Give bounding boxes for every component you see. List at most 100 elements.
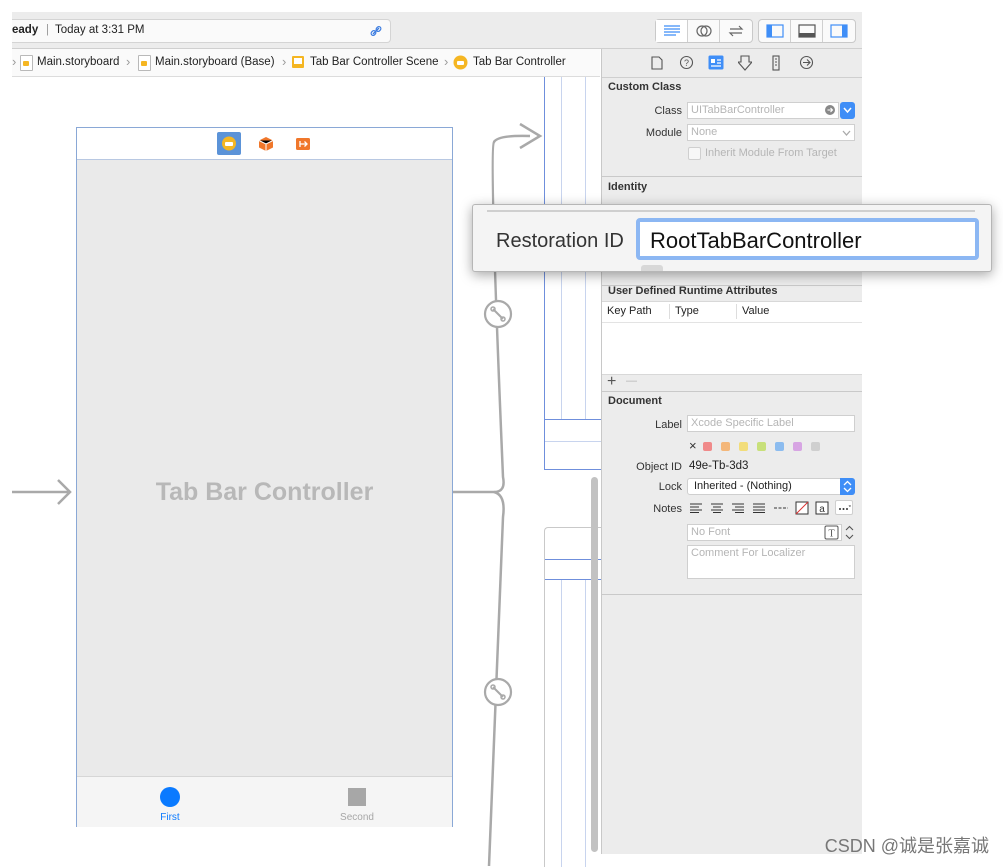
- updown-chevron-icon[interactable]: [845, 525, 854, 540]
- assistant-editor-button[interactable]: [688, 20, 720, 42]
- chevron-right-icon: ›: [444, 54, 449, 69]
- first-scene-edge[interactable]: [544, 77, 601, 470]
- storyboard-file-icon: [138, 55, 151, 71]
- breadcrumb-item[interactable]: Tab Bar Controller: [473, 56, 566, 68]
- object-id-value: 49e-Tb-3d3: [689, 460, 749, 472]
- inspector-tab-bar: ?: [602, 49, 862, 78]
- class-dropdown-button[interactable]: [840, 102, 855, 119]
- debug-area-toggle-button[interactable]: [791, 20, 823, 42]
- navigator-toggle-button[interactable]: [759, 20, 791, 42]
- highlight-icon[interactable]: a: [815, 501, 829, 515]
- dashed-line-icon[interactable]: [773, 505, 789, 511]
- column-header[interactable]: Value: [742, 305, 769, 317]
- align-left-icon[interactable]: [689, 503, 703, 513]
- class-label: Class: [654, 105, 682, 117]
- inherit-module-checkbox[interactable]: [688, 147, 701, 160]
- runtime-attributes-table[interactable]: Key Path Type Value: [602, 301, 862, 375]
- column-header[interactable]: Type: [675, 305, 699, 317]
- label-color-swatch[interactable]: [757, 442, 766, 451]
- text-color-icon[interactable]: [795, 501, 809, 515]
- restoration-id-zoom-callout: Restoration ID RootTabBarController: [472, 204, 992, 272]
- storyboard-file-icon: [20, 55, 33, 71]
- add-attribute-button[interactable]: +: [607, 373, 616, 391]
- document-title: Document: [608, 395, 662, 407]
- inherit-module-label: Inherit Module From Target: [705, 147, 837, 159]
- label-color-swatch[interactable]: [811, 442, 820, 451]
- align-justify-icon[interactable]: [752, 503, 766, 513]
- breadcrumb-item[interactable]: Main.storyboard (Base): [155, 56, 275, 68]
- status-divider: |: [46, 24, 49, 36]
- label-color-swatch[interactable]: [739, 442, 748, 451]
- restoration-id-value: RootTabBarController: [650, 228, 862, 253]
- label-color-swatch[interactable]: [721, 442, 730, 451]
- connections-inspector-icon[interactable]: [799, 55, 814, 70]
- toggle-stub: [641, 265, 663, 271]
- chevron-down-icon: [842, 130, 851, 136]
- tab-item-first[interactable]: First: [143, 785, 197, 825]
- tab-bar-controller-scene[interactable]: Tab Bar Controller First Second: [76, 127, 453, 827]
- identity-inspector-icon[interactable]: [708, 55, 724, 70]
- notes-label: Notes: [653, 503, 682, 515]
- restoration-id-field[interactable]: RootTabBarController: [636, 218, 979, 260]
- file-inspector-icon[interactable]: [651, 56, 663, 70]
- jump-bar: › Main.storyboard › Main.storyboard (Bas…: [12, 49, 600, 77]
- status-text: eady: [12, 24, 39, 36]
- editor-mode-group: [655, 19, 753, 43]
- breadcrumb-item[interactable]: Tab Bar Controller Scene: [310, 56, 438, 68]
- module-field[interactable]: None: [687, 124, 855, 141]
- entry-point-arrow: [12, 479, 72, 505]
- lock-value: Inherited - (Nothing): [694, 480, 792, 492]
- lock-popup[interactable]: Inherited - (Nothing): [687, 478, 855, 495]
- notes-format-toolbar: a: [687, 500, 857, 517]
- square-icon: [348, 788, 366, 806]
- canvas-scrollbar[interactable]: [591, 477, 598, 852]
- status-time: Today at 3:31 PM: [55, 24, 145, 36]
- label-color-swatch[interactable]: [775, 442, 784, 451]
- divider: [602, 594, 862, 595]
- comment-for-localizer-field[interactable]: Comment For Localizer: [687, 545, 855, 579]
- link-icon[interactable]: [370, 25, 382, 37]
- column-header[interactable]: Key Path: [607, 305, 652, 317]
- label-color-swatch[interactable]: [703, 442, 712, 451]
- tab-bar-controller-icon: [453, 55, 468, 70]
- exit-icon[interactable]: [295, 136, 311, 152]
- custom-class-title: Custom Class: [608, 81, 682, 93]
- align-center-icon[interactable]: [710, 503, 724, 513]
- chevron-right-icon: ›: [126, 54, 131, 69]
- runtime-attributes-title: User Defined Runtime Attributes: [608, 285, 778, 297]
- chevron-right-icon: ›: [282, 54, 287, 69]
- clear-label-color-button[interactable]: ×: [689, 438, 697, 453]
- remove-attribute-button[interactable]: —: [626, 375, 637, 387]
- lines-icon: [664, 25, 680, 36]
- label-color-swatch[interactable]: [793, 442, 802, 451]
- doc-label-label: Label: [655, 419, 682, 431]
- size-inspector-icon[interactable]: [771, 55, 781, 71]
- lock-popup-stepper[interactable]: [840, 478, 855, 495]
- font-picker-icon[interactable]: T: [824, 525, 839, 540]
- svg-text:?: ?: [684, 58, 689, 68]
- tab-item-second[interactable]: Second: [330, 785, 384, 825]
- activity-status-field: eady | Today at 3:31 PM: [12, 19, 391, 43]
- interlocking-circles-icon: [696, 25, 712, 37]
- more-options-button[interactable]: [835, 500, 853, 515]
- first-responder-icon[interactable]: [258, 136, 274, 152]
- help-icon[interactable]: ?: [679, 55, 694, 70]
- restoration-id-label: Restoration ID: [496, 230, 624, 252]
- version-editor-button[interactable]: [720, 20, 752, 42]
- utilities-toggle-button[interactable]: [823, 20, 855, 42]
- standard-editor-button[interactable]: [656, 20, 688, 42]
- attributes-inspector-icon[interactable]: [738, 55, 752, 71]
- left-panel-icon: [766, 24, 784, 38]
- breadcrumb-item[interactable]: Main.storyboard: [37, 56, 119, 68]
- scene-dock: [77, 128, 452, 160]
- tab-bar-controller-icon[interactable]: [217, 132, 241, 155]
- arrow-circle-icon[interactable]: [824, 104, 836, 116]
- watermark: CSDN @诚是张嘉诚: [824, 836, 989, 856]
- chevron-right-icon: ›: [12, 54, 17, 69]
- tab-label: First: [160, 812, 180, 823]
- class-field[interactable]: UITabBarController: [687, 102, 839, 119]
- xcode-label-field[interactable]: Xcode Specific Label: [687, 415, 855, 432]
- arrows-icon: [728, 25, 744, 37]
- font-field[interactable]: No Font: [687, 524, 842, 541]
- align-right-icon[interactable]: [731, 503, 745, 513]
